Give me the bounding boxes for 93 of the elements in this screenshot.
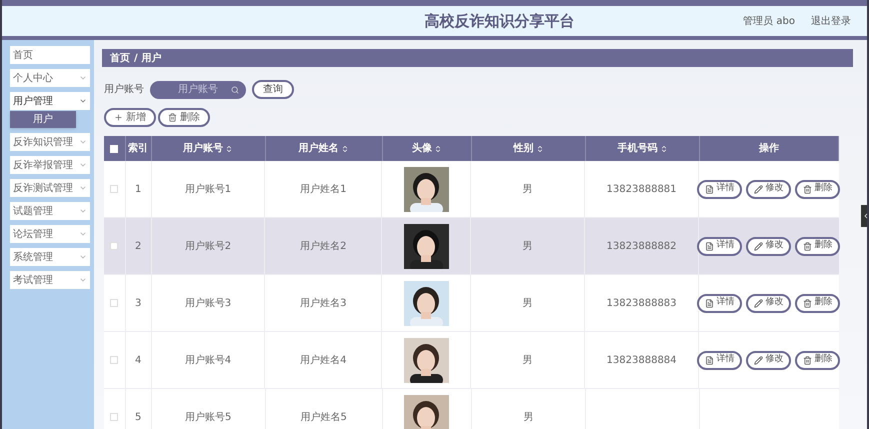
name-cell-text: 用户姓名1 (300, 182, 346, 196)
row-checkbox[interactable] (110, 299, 118, 307)
phone-cell-text: 13823888883 (606, 296, 677, 310)
account-cell-text: 用户账号1 (184, 182, 232, 196)
gender-cell-text: 男 (522, 296, 533, 310)
gender-cell-text: 男 (522, 354, 533, 368)
pencil-icon (754, 298, 764, 308)
index-cell-text: 3 (134, 296, 142, 310)
chevron-down-icon (79, 97, 87, 105)
index-cell-text: 4 (134, 354, 142, 368)
trash-icon (803, 184, 812, 194)
sidebar-item[interactable]: 反诈知识管理 (10, 133, 90, 151)
detail-button[interactable]: 详情 (697, 180, 742, 198)
name-cell-text: 用户姓名2 (300, 240, 346, 254)
sidebar-item[interactable]: 系统管理 (10, 248, 90, 266)
edit-button[interactable]: 修改 (746, 180, 792, 198)
pencil-icon (754, 242, 764, 250)
search-button[interactable]: 查询 (252, 80, 294, 99)
search-field[interactable]: 用户账号 (150, 80, 246, 98)
sort-icon (340, 144, 349, 152)
gender-cell-text: 男 (522, 182, 533, 196)
name-cell-text: 用户姓名4 (300, 354, 346, 368)
edit-button[interactable]: 修改 (746, 294, 792, 312)
chevron-down-icon (79, 207, 87, 215)
chevron-down-icon (79, 161, 87, 169)
edit-button[interactable]: 修改 (746, 350, 792, 370)
delete-button[interactable]: 删除 (795, 350, 840, 370)
user-label: 管理员 abo (743, 14, 795, 28)
pencil-icon (754, 184, 764, 194)
sidebar-item[interactable]: 首页 (10, 46, 90, 64)
chevron-down-icon (79, 276, 87, 284)
breadcrumb-separator: / (134, 52, 138, 66)
trash-icon (803, 242, 812, 250)
delete-button[interactable]: 删除 (795, 236, 840, 256)
index-cell-text: 2 (134, 240, 142, 254)
row-checkbox[interactable] (110, 185, 118, 193)
chevron-down-icon (79, 138, 87, 146)
account-cell-text: 用户账号4 (184, 354, 232, 368)
add-button[interactable]: 新增 (104, 108, 156, 127)
detail-button[interactable]: 详情 (697, 236, 742, 256)
sidebar-item[interactable]: 论坛管理 (10, 225, 90, 243)
chevron-down-icon (79, 184, 87, 192)
trash-icon (168, 113, 177, 122)
pencil-icon (754, 356, 764, 364)
app-title: 高校反诈知识分享平台 (424, 10, 574, 32)
sidebar-item[interactable]: 考试管理 (10, 271, 90, 289)
sort-icon (434, 144, 442, 152)
sort-icon (225, 144, 234, 152)
sidebar-item[interactable]: 反诈举报管理 (10, 156, 90, 174)
delete-button[interactable]: 删除 (158, 108, 210, 127)
sidebar-item[interactable]: 试题管理 (10, 202, 90, 220)
trash-icon (803, 298, 812, 308)
document-icon (705, 242, 714, 250)
index-cell-text: 5 (135, 410, 142, 424)
logout-link[interactable]: 退出登录 (811, 14, 851, 28)
phone-cell-text: 13823888884 (606, 354, 677, 368)
sidebar-item[interactable]: 反诈测试管理 (10, 179, 90, 197)
account-cell-text: 用户账号3 (184, 296, 232, 310)
sidebar-item[interactable]: 个人中心 (10, 69, 90, 87)
name-cell-text: 用户姓名5 (300, 410, 347, 424)
chevron-down-icon (79, 74, 87, 82)
search-icon (231, 86, 239, 94)
name-cell-text: 用户姓名3 (300, 296, 346, 310)
phone-cell-text: 13823888881 (606, 182, 677, 196)
detail-button[interactable]: 详情 (697, 350, 742, 370)
row-checkbox[interactable] (110, 356, 118, 364)
sort-icon (660, 144, 668, 152)
detail-button[interactable]: 详情 (697, 294, 742, 312)
chevron-down-icon (79, 230, 87, 238)
sort-icon (536, 144, 544, 152)
select-all-checkbox[interactable] (110, 144, 118, 152)
edit-button[interactable]: 修改 (746, 236, 792, 256)
delete-button[interactable]: 删除 (795, 180, 840, 198)
sidebar-item[interactable]: 用户管理 (10, 92, 90, 110)
row-checkbox[interactable] (110, 242, 118, 250)
trash-icon (803, 356, 812, 364)
gender-cell-text: 男 (522, 240, 533, 254)
document-icon (705, 298, 714, 308)
document-icon (705, 184, 714, 194)
breadcrumb-item: 用户 (142, 51, 162, 66)
index-cell-text: 1 (134, 182, 142, 196)
account-cell-text: 用户账号5 (184, 410, 232, 424)
phone-cell-text: 13823888882 (606, 240, 677, 254)
search-label: 用户账号 (104, 82, 144, 97)
plus-icon (114, 113, 123, 122)
account-cell-text: 用户账号2 (184, 240, 232, 254)
breadcrumb-item[interactable]: 首页 (110, 50, 130, 66)
row-checkbox[interactable] (110, 413, 118, 421)
document-icon (705, 356, 714, 364)
delete-button[interactable]: 删除 (795, 294, 840, 312)
sidebar-subitem[interactable]: 用户 (10, 111, 76, 128)
chevron-down-icon (79, 253, 87, 261)
gender-cell-text: 男 (524, 410, 534, 424)
